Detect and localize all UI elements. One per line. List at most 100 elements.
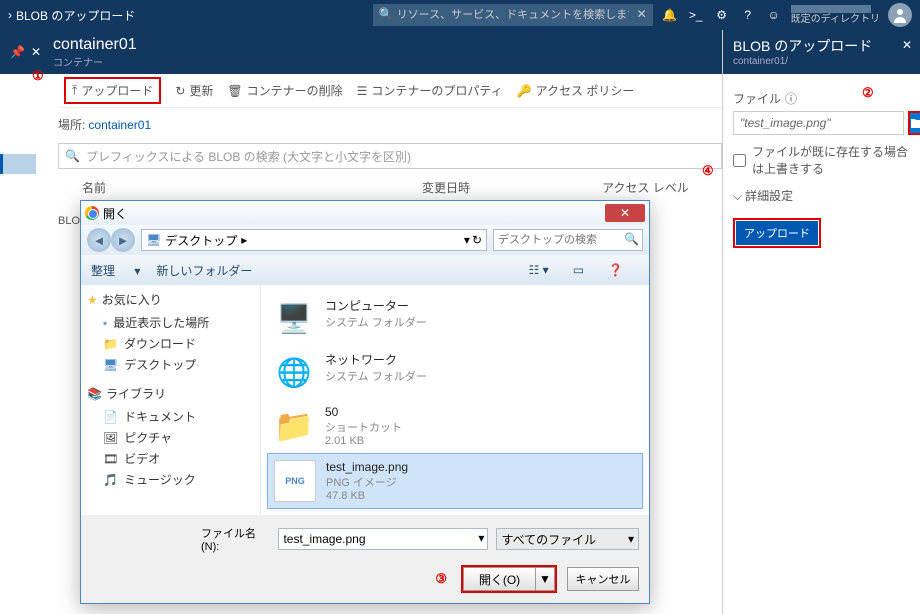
delete-command[interactable]: 🗑コンテナーの削除 — [227, 82, 342, 99]
chrome-icon — [85, 206, 99, 220]
file-input[interactable] — [733, 111, 904, 135]
sidebar-recent[interactable]: ▪最近表示した場所 — [87, 312, 254, 333]
upload-button[interactable]: アップロード — [736, 221, 818, 245]
avatar[interactable] — [888, 3, 912, 27]
refresh-label: 更新 — [189, 82, 213, 99]
panel-header: BLOB のアップロード container01/ ✕ — [723, 30, 920, 74]
path-label: デスクトップ — [165, 232, 237, 249]
desktop-icon: 🖥 — [146, 233, 161, 247]
info-icon[interactable]: ⓘ — [785, 90, 797, 107]
list-item[interactable]: 📁 50ショートカット2.01 KB — [267, 399, 643, 453]
overwrite-label: ファイルが既に存在する場合は上書きする — [752, 143, 910, 177]
dialog-titlebar: 開く ✕ — [81, 201, 649, 225]
left-rail — [0, 74, 40, 614]
chevron-icon: › — [8, 8, 12, 22]
annotation-3: ③ — [435, 571, 447, 587]
overwrite-checkbox[interactable] — [733, 154, 746, 167]
path-box[interactable]: 🖥 デスクトップ ▸ ▾ ↻ — [141, 229, 487, 251]
close-icon[interactable]: ✕ — [31, 45, 41, 59]
settings-icon[interactable]: ⚙ — [713, 8, 731, 22]
chevron-down-icon: ⌵ — [733, 189, 742, 203]
annotation-2: ② — [862, 85, 874, 101]
dropdown-icon[interactable]: ▾ — [464, 233, 470, 247]
list-item-selected[interactable]: PNG test_image.pngPNG イメージ47.8 KB — [267, 453, 643, 509]
folder-icon — [910, 117, 920, 129]
preview-icon[interactable]: ▭ — [573, 263, 584, 277]
blade-title: container01 — [53, 36, 137, 54]
location-path: 場所: container01 — [58, 116, 722, 133]
dialog-nav: ◄ ► 🖥 デスクトップ ▸ ▾ ↻ 🔍 — [81, 225, 649, 255]
cancel-button[interactable]: キャンセル — [567, 567, 639, 591]
new-folder-button[interactable]: 新しいフォルダー — [156, 262, 252, 279]
open-button[interactable]: 開く(O) — [463, 567, 535, 591]
column-headers: 名前 変更日時 アクセス レベル — [58, 179, 722, 196]
library-group[interactable]: 📚ライブラリ — [87, 385, 254, 402]
file-list: 🖥️ コンピューターシステム フォルダー 🌐 ネットワークシステム フォルダー … — [261, 285, 649, 515]
folder-search-input[interactable] — [493, 229, 643, 251]
directory-label: 既定のディレクトリ — [791, 15, 880, 25]
file-open-dialog: 開く ✕ ◄ ► 🖥 デスクトップ ▸ ▾ ↻ 🔍 整理 ▾ 新しいフォルダー … — [80, 200, 650, 604]
feedback-icon[interactable]: ☺ — [765, 8, 783, 22]
forward-button[interactable]: ► — [111, 228, 135, 252]
props-label: コンテナーのプロパティ — [371, 82, 502, 99]
blade-subtitle: コンテナー — [53, 54, 137, 69]
panel-title: BLOB のアップロード — [733, 36, 910, 56]
dropdown-icon: ▾ — [628, 532, 634, 546]
policy-command[interactable]: 🔑 アクセス ポリシー — [517, 82, 635, 99]
location-label: 場所: — [58, 118, 85, 132]
png-icon: PNG — [274, 460, 316, 502]
notification-icon[interactable]: 🔔 — [661, 8, 679, 22]
account-name — [791, 5, 871, 13]
policy-label: アクセス ポリシー — [536, 82, 635, 99]
clear-icon[interactable]: ✕ — [637, 7, 647, 21]
open-dropdown[interactable]: ▼ — [535, 567, 555, 591]
console-icon[interactable]: >_ — [687, 8, 705, 22]
dialog-title: 開く — [103, 205, 127, 222]
left-rail-item[interactable] — [0, 154, 36, 174]
panel-subtitle: container01/ — [733, 56, 910, 67]
refresh-icon[interactable]: ↻ — [472, 233, 482, 247]
location-link[interactable]: container01 — [88, 118, 151, 132]
view-icon[interactable]: ☷ ▾ — [529, 263, 549, 277]
sidebar-desktop[interactable]: 🖥デスクトップ — [87, 354, 254, 375]
upload-panel: BLOB のアップロード container01/ ✕ ファイル ⓘ ファイルが… — [722, 30, 920, 614]
filter-placeholder: プレフィックスによる BLOB の検索 (大文字と小文字を区別) — [86, 148, 411, 165]
col-name[interactable]: 名前 — [58, 179, 422, 196]
global-search-input[interactable] — [373, 4, 653, 26]
browse-button[interactable] — [908, 111, 920, 135]
filename-input[interactable] — [278, 528, 488, 550]
sidebar-music[interactable]: 🎵ミュージック — [87, 469, 254, 490]
list-item[interactable]: 🖥️ コンピューターシステム フォルダー — [267, 291, 643, 345]
upload-command[interactable]: ⤒ アップロード — [64, 77, 161, 104]
network-icon: 🌐 — [273, 351, 315, 393]
col-date[interactable]: 変更日時 — [422, 179, 602, 196]
filetype-select[interactable]: すべてのファイル▾ — [496, 528, 639, 550]
list-item[interactable]: 🌐 ネットワークシステム フォルダー — [267, 345, 643, 399]
dropdown-icon[interactable]: ▾ — [478, 531, 484, 545]
sidebar-documents[interactable]: 📄ドキュメント — [87, 406, 254, 427]
sidebar-download[interactable]: 📁ダウンロード — [87, 333, 254, 354]
help-icon[interactable]: ? — [739, 8, 757, 22]
help-icon[interactable]: ❓ — [608, 263, 623, 277]
sidebar-video[interactable]: 🎞ビデオ — [87, 448, 254, 469]
filter-input[interactable]: 🔍 プレフィックスによる BLOB の検索 (大文字と小文字を区別) — [58, 143, 722, 169]
sidebar-pictures[interactable]: 🖼ピクチャ — [87, 427, 254, 448]
panel-close-icon[interactable]: ✕ — [902, 38, 912, 52]
upload-icon: ⤒ — [72, 83, 77, 98]
policy-icon: 🔑 — [517, 84, 532, 98]
dialog-close-button[interactable]: ✕ — [605, 204, 645, 222]
dialog-bottom: ファイル名(N): ▾ すべてのファイル▾ ③ 開く(O) ▼ キャンセル — [81, 515, 649, 603]
search-icon: 🔍 — [379, 7, 394, 21]
col-access[interactable]: アクセス レベル — [602, 179, 722, 196]
advanced-toggle[interactable]: ⌵ 詳細設定 — [733, 187, 910, 204]
pin-icon[interactable]: 📌 — [10, 45, 25, 59]
refresh-command[interactable]: ↻更新 — [175, 82, 213, 99]
breadcrumb-item[interactable]: BLOB のアップロード — [16, 7, 135, 24]
favorites-group[interactable]: ★お気に入り — [87, 291, 254, 308]
upload-label: アップロード — [81, 82, 153, 99]
props-command[interactable]: ☰コンテナーのプロパティ — [357, 82, 503, 99]
folder-shortcut-icon: 📁 — [273, 405, 315, 447]
back-button[interactable]: ◄ — [87, 228, 111, 252]
organize-menu[interactable]: 整理 ▾ — [91, 262, 140, 279]
chevron-right-icon: ▸ — [241, 233, 247, 247]
